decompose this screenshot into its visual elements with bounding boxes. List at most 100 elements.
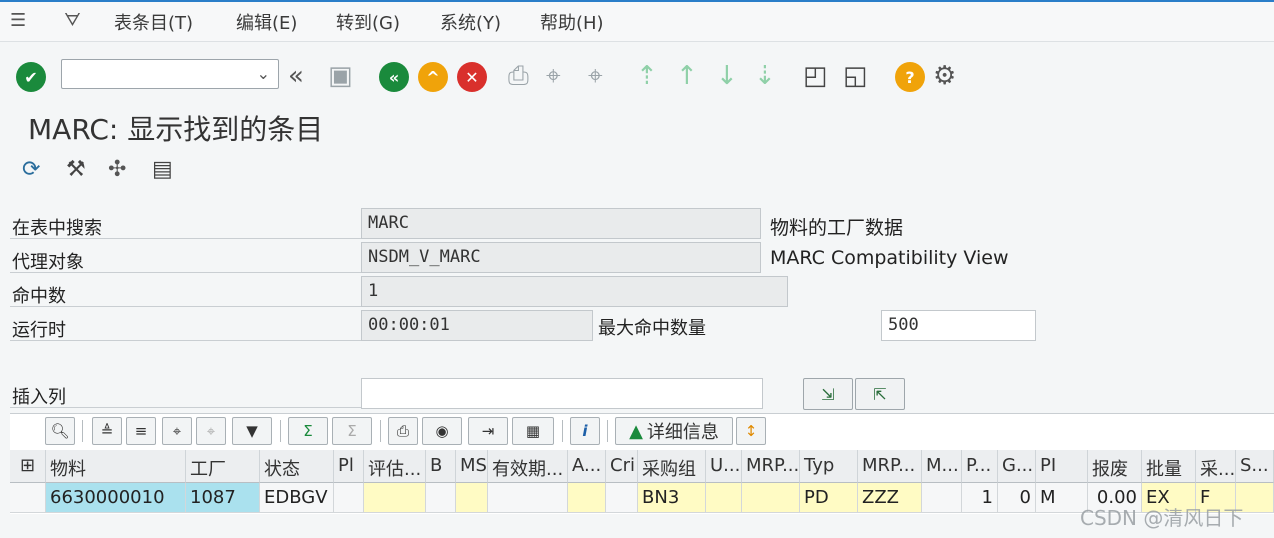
binoculars-icon: ⌖ [172,422,182,440]
settings-icon[interactable]: ⚙ [933,61,956,91]
last-page-icon[interactable]: ⇣ [754,61,776,91]
grid-header[interactable]: 报废 [1088,450,1142,483]
info-button[interactable]: i [570,417,600,445]
mountain-icon: ▲ [629,420,643,442]
find-next-icon[interactable]: ⌖ [588,61,603,92]
sort-ascending-button[interactable]: ≜ [92,417,122,445]
exit-icon[interactable]: ^ [418,62,448,92]
grid-header[interactable]: B [426,450,456,483]
hits-field[interactable]: 1 [361,276,788,307]
back-double-icon[interactable]: « [288,61,304,91]
back-icon[interactable]: « [379,62,409,92]
grid-header[interactable]: 物料 [46,450,186,483]
menu-icon[interactable]: ☰ [10,10,26,31]
grid-cell[interactable]: BN3 [638,483,706,513]
grid-header[interactable]: 采... [1196,450,1236,483]
detail-info-label: 详细信息 [646,422,719,443]
grid-header[interactable]: 工厂 [186,450,260,483]
grid-cell[interactable] [568,483,606,513]
detail-info-button[interactable]: ▲ 详细信息 [615,417,733,445]
search-table-field[interactable]: MARC [361,208,761,239]
grid-cell[interactable] [456,483,488,513]
grid-header[interactable]: A... [568,450,606,483]
menu-system[interactable]: 系统(Y) [440,9,501,35]
layout-icon[interactable]: ᗊ [64,10,81,31]
grid-header[interactable]: 评估... [364,450,426,483]
save-icon[interactable]: ▣ [328,61,353,91]
grid-header[interactable]: 状态 [260,450,334,483]
menu-table-entry[interactable]: 表条目(T) [114,9,193,35]
menu-help[interactable]: 帮助(H) [540,9,604,35]
grid-header[interactable]: U... [706,450,742,483]
grid-header[interactable]: MS [456,450,488,483]
insert-column-field[interactable] [361,378,763,409]
print-button[interactable]: ⎙ [388,417,418,445]
filter-button[interactable]: ▼ [232,417,272,445]
grid-cell[interactable] [706,483,742,513]
cancel-icon[interactable]: ✕ [457,62,487,92]
next-page-icon[interactable]: ↓ [716,61,738,91]
puzzle-icon[interactable]: ✣ [108,157,126,182]
row-selector[interactable] [10,483,46,513]
grid-header[interactable]: M... [922,450,962,483]
export-button[interactable]: ⇥ [468,417,508,445]
proxy-field[interactable]: NSDM_V_MARC [361,242,761,273]
prev-page-icon[interactable]: ↑ [676,61,698,91]
grid-cell[interactable] [426,483,456,513]
remove-column-button[interactable]: ⇱ [855,378,905,410]
menu-goto[interactable]: 转到(G) [336,9,400,35]
grid-cell[interactable] [742,483,800,513]
subtotal-button[interactable]: Σ [332,417,372,445]
grid-header[interactable]: Typ [800,450,858,483]
grid-cell[interactable]: 0 [998,483,1036,513]
layout-button[interactable]: ▦ [512,417,554,445]
grid-cell[interactable]: PD [800,483,858,513]
grid-cell[interactable]: 1087 [186,483,260,513]
grid-header[interactable]: Cri [606,450,638,483]
document-icon[interactable]: ▤ [152,157,173,182]
find-icon[interactable]: ⌖ [546,61,561,92]
grid-header[interactable]: S... [1236,450,1274,483]
grid-cell[interactable] [364,483,426,513]
grid-header[interactable]: MRP... [742,450,800,483]
command-field[interactable]: ⌄ [61,59,279,89]
grid-header[interactable]: 采购组 [638,450,706,483]
sort-menu-button[interactable]: ↕ [736,417,766,445]
shortcut-icon[interactable]: ◱ [843,61,868,91]
grid-cell[interactable] [488,483,568,513]
max-hits-field[interactable]: 500 [881,310,1036,341]
grid-header[interactable]: 有效期... [488,450,568,483]
find-next-button[interactable]: ⌖ [196,417,226,445]
insert-column-button[interactable]: ⇲ [803,378,853,410]
grid-cell[interactable] [922,483,962,513]
print-icon[interactable]: ⎙ [508,61,529,92]
refresh-icon[interactable]: ⟳ [22,157,40,182]
grid-cell[interactable] [334,483,364,513]
grid-cell[interactable]: ZZZ [858,483,922,513]
help-icon[interactable]: ? [895,62,925,92]
grid-header[interactable]: PI [1036,450,1088,483]
find-button[interactable]: ⌖ [162,417,192,445]
runtime-field[interactable]: 00:00:01 [361,310,593,341]
grid-cell[interactable]: 6630000010 [46,483,186,513]
grid-cell[interactable]: EDBGV [260,483,334,513]
first-page-icon[interactable]: ⇡ [636,61,658,91]
sort-descending-button[interactable]: ≡ [126,417,156,445]
grid-header[interactable]: G... [998,450,1036,483]
menu-edit[interactable]: 编辑(E) [236,9,297,35]
total-button[interactable]: Σ [288,417,328,445]
settings-tool-icon[interactable]: ⚒ [66,157,86,182]
grid-header[interactable]: P... [962,450,998,483]
chevron-down-icon[interactable]: ⌄ [257,64,270,83]
grid-cell[interactable] [606,483,638,513]
details-view-button[interactable]: 🔍︎ [45,417,75,445]
views-button[interactable]: ◉ [422,417,462,445]
hits-label: 命中数 [12,286,66,307]
grid-header[interactable]: Pl [334,450,364,483]
select-all-icon[interactable]: ⊞ [10,450,46,483]
new-session-icon[interactable]: ◰ [803,61,828,91]
check-icon[interactable]: ✔ [16,62,46,92]
grid-header[interactable]: 批量 [1142,450,1196,483]
grid-header[interactable]: MRP... [858,450,922,483]
grid-cell[interactable]: 1 [962,483,998,513]
